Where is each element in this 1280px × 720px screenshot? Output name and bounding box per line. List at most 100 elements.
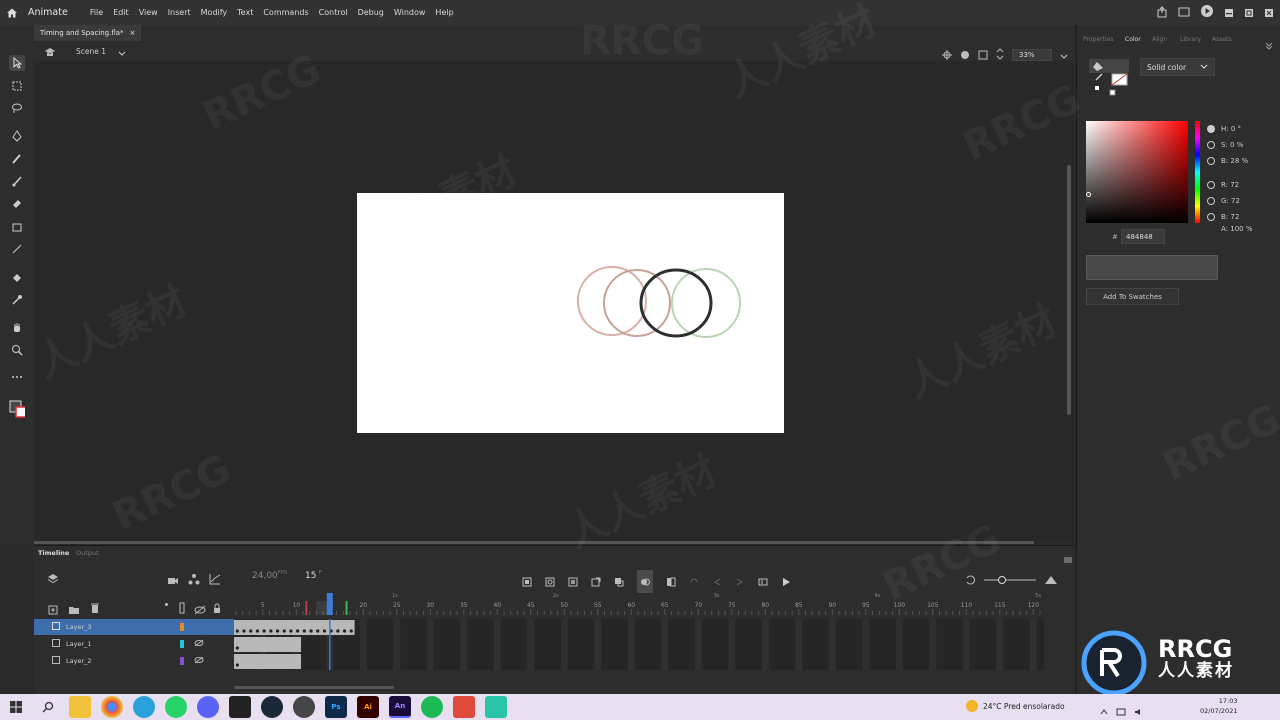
timeline-divider[interactable] — [34, 541, 1034, 544]
figma-icon[interactable] — [453, 696, 475, 718]
menu-debug[interactable]: Debug — [358, 8, 384, 17]
lock-column-icon[interactable] — [213, 599, 221, 618]
menu-commands[interactable]: Commands — [263, 8, 308, 17]
new-layer-icon[interactable] — [48, 600, 58, 619]
radio-s[interactable] — [1207, 141, 1215, 149]
tab-align[interactable]: Align — [1152, 36, 1167, 43]
document-tab[interactable]: Timing and Spacing.fla* × — [34, 25, 142, 41]
spotify-icon[interactable] — [421, 696, 443, 718]
photoshop-icon[interactable]: Ps — [325, 696, 347, 718]
layers-icon[interactable] — [47, 570, 59, 589]
share-icon[interactable] — [1156, 3, 1168, 22]
layer-name[interactable]: Layer_3 — [66, 623, 92, 631]
stage-canvas[interactable] — [357, 193, 784, 433]
layer-color-swatch[interactable] — [180, 623, 184, 631]
window-icon[interactable] — [1178, 3, 1190, 22]
graph-icon[interactable] — [209, 570, 221, 589]
layer-hidden-icon[interactable] — [194, 639, 204, 649]
red-value[interactable]: R: 72 — [1221, 177, 1239, 193]
timeline-horizontal-scrollbar[interactable] — [234, 686, 394, 689]
clock[interactable]: 17:03 02/07/2021 — [1200, 696, 1237, 716]
frames-grid[interactable] — [234, 619, 1044, 670]
current-frame-value[interactable]: 15 — [305, 571, 316, 581]
layer-color-swatch[interactable] — [180, 657, 184, 665]
lasso-icon[interactable] — [9, 100, 25, 116]
menu-window[interactable]: Window — [394, 8, 426, 17]
app-green-icon[interactable] — [485, 696, 507, 718]
radio-r[interactable] — [1207, 181, 1215, 189]
menu-edit[interactable]: Edit — [113, 8, 129, 17]
brightness-value[interactable]: B: 28 % — [1221, 153, 1248, 169]
alpha-value[interactable]: A: 100 % — [1221, 221, 1253, 237]
animate-icon[interactable]: An — [389, 696, 411, 718]
paint-bucket-icon[interactable] — [9, 270, 25, 286]
menu-text[interactable]: Text — [237, 8, 253, 17]
saturation-brightness-picker[interactable] — [1086, 121, 1188, 223]
timeline-undo-icon[interactable] — [964, 570, 976, 589]
timeline-menu-icon[interactable] — [1064, 548, 1072, 567]
menu-view[interactable]: View — [139, 8, 158, 17]
hand-tool-icon[interactable] — [9, 320, 25, 336]
menu-insert[interactable]: Insert — [168, 8, 191, 17]
frame-ruler[interactable]: 5101520253035404550556065707580859095100… — [234, 589, 1048, 619]
brush-tool-icon[interactable] — [9, 151, 25, 167]
home-icon[interactable] — [0, 0, 24, 25]
menu-modify[interactable]: Modify — [201, 8, 228, 17]
windows-start-icon[interactable] — [5, 696, 27, 718]
pen-tool-icon[interactable] — [9, 128, 25, 144]
weather-widget[interactable]: 24°C Pred ensolarado — [966, 700, 1065, 712]
saturation-value[interactable]: S: 0 % — [1221, 137, 1243, 153]
rectangle-tool-icon[interactable] — [9, 219, 25, 235]
stage-vertical-scrollbar[interactable] — [1067, 165, 1071, 415]
menu-help[interactable]: Help — [435, 8, 453, 17]
volume-icon[interactable] — [1134, 701, 1144, 720]
scene-icon[interactable] — [44, 42, 56, 61]
timeline-zoom-slider[interactable] — [984, 570, 1036, 589]
tab-library[interactable]: Library — [1180, 36, 1201, 43]
tray-chevron-icon[interactable] — [1100, 701, 1108, 720]
radio-b[interactable] — [1207, 157, 1215, 165]
fps-value[interactable]: 24,00 — [252, 571, 278, 581]
illustrator-icon[interactable]: Ai — [357, 696, 379, 718]
play-test-icon[interactable] — [1200, 3, 1214, 22]
close-icon[interactable] — [1264, 3, 1274, 22]
scene-name[interactable]: Scene 1 — [76, 47, 106, 56]
tab-properties[interactable]: Properties — [1083, 36, 1113, 43]
picker-cursor[interactable] — [1086, 192, 1091, 197]
app-icon[interactable] — [293, 696, 315, 718]
stroke-fill-swatch-icon[interactable] — [9, 400, 25, 418]
free-transform-icon[interactable] — [9, 78, 25, 94]
layer-name[interactable]: Layer_2 — [66, 657, 92, 665]
zoom-field[interactable]: 33% — [1012, 48, 1052, 61]
menu-control[interactable]: Control — [319, 8, 348, 17]
hex-input[interactable]: 484848 — [1121, 229, 1165, 244]
layer-row-layer1[interactable]: Layer_1 — [34, 636, 234, 652]
delete-layer-icon[interactable] — [90, 599, 100, 618]
tab-close-icon[interactable]: × — [130, 29, 136, 37]
line-tool-icon[interactable] — [9, 241, 25, 257]
restore-icon[interactable] — [1244, 3, 1254, 22]
tab-color[interactable]: Color — [1125, 36, 1141, 43]
paint-brush-icon[interactable] — [9, 173, 25, 189]
panel-collapse-icon[interactable] — [1265, 35, 1273, 54]
hue-slider[interactable] — [1195, 121, 1200, 223]
menu-file[interactable]: File — [90, 8, 103, 17]
green-value[interactable]: G: 72 — [1221, 193, 1240, 209]
chrome-icon[interactable] — [101, 696, 123, 718]
zoom-tool-icon[interactable] — [9, 342, 25, 358]
radio-blue[interactable] — [1207, 213, 1215, 221]
tab-assets[interactable]: Assets — [1212, 36, 1232, 43]
layer-row-layer2[interactable]: Layer_2 — [34, 653, 234, 669]
minimize-icon[interactable] — [1224, 3, 1234, 22]
outline-column-icon[interactable] — [179, 599, 185, 618]
fill-type-select[interactable]: Solid color — [1140, 58, 1215, 76]
add-to-swatches-button[interactable]: Add To Swatches — [1086, 288, 1179, 305]
eyedropper-icon[interactable] — [9, 292, 25, 308]
radio-g[interactable] — [1207, 197, 1215, 205]
timeline-zoom-in-icon[interactable] — [1044, 570, 1058, 589]
tab-timeline[interactable]: Timeline — [38, 549, 69, 557]
layer-color-swatch[interactable] — [180, 640, 184, 648]
layer-name[interactable]: Layer_1 — [66, 640, 92, 648]
steam-icon[interactable] — [261, 696, 283, 718]
eraser-icon[interactable] — [9, 195, 25, 211]
